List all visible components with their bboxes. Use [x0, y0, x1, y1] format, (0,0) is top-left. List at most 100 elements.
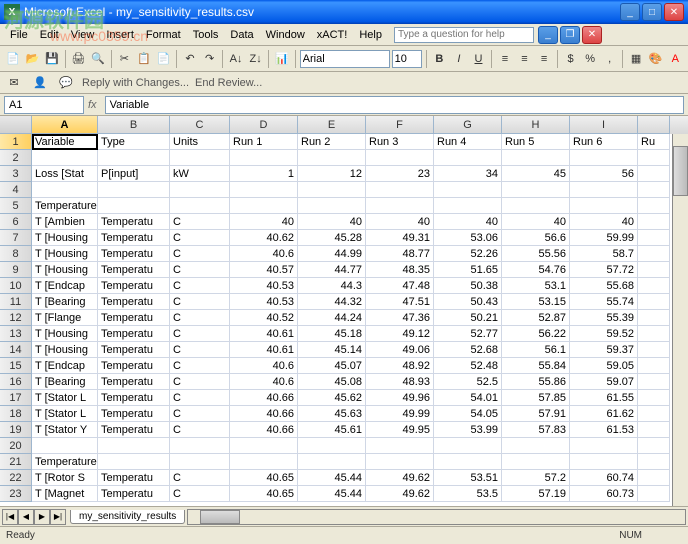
cell-B8[interactable]: Temperatu	[98, 246, 170, 262]
cell-C15[interactable]: C	[170, 358, 230, 374]
cell-D9[interactable]: 40.57	[230, 262, 298, 278]
sheet-tab[interactable]: my_sensitivity_results	[70, 510, 185, 524]
cell-I17[interactable]: 61.55	[570, 390, 638, 406]
review-icon-1[interactable]: ✉	[4, 73, 24, 93]
cell-E1[interactable]: Run 2	[298, 134, 366, 150]
cell-H22[interactable]: 57.2	[502, 470, 570, 486]
row-header-12[interactable]: 12	[0, 310, 32, 326]
cell-H7[interactable]: 56.6	[502, 230, 570, 246]
cell-13[interactable]	[638, 326, 670, 342]
cell-B12[interactable]: Temperatu	[98, 310, 170, 326]
cell-C12[interactable]: C	[170, 310, 230, 326]
cell-G2[interactable]	[434, 150, 502, 166]
cut-icon[interactable]: ✂	[116, 49, 134, 69]
cell-D12[interactable]: 40.52	[230, 310, 298, 326]
row-header-18[interactable]: 18	[0, 406, 32, 422]
cell-E3[interactable]: 12	[298, 166, 366, 182]
cell-H12[interactable]: 52.87	[502, 310, 570, 326]
cell-F3[interactable]: 23	[366, 166, 434, 182]
cell-A16[interactable]: T [Bearing	[32, 374, 98, 390]
cell-D3[interactable]: 1	[230, 166, 298, 182]
cell-D1[interactable]: Run 1	[230, 134, 298, 150]
cell-E14[interactable]: 45.14	[298, 342, 366, 358]
cell-H23[interactable]: 57.19	[502, 486, 570, 502]
cell-G7[interactable]: 53.06	[434, 230, 502, 246]
cell-D8[interactable]: 40.6	[230, 246, 298, 262]
name-box[interactable]: A1	[4, 96, 84, 114]
comma-icon[interactable]: ,	[601, 49, 619, 69]
cell-F19[interactable]: 49.95	[366, 422, 434, 438]
cell-B19[interactable]: Temperatu	[98, 422, 170, 438]
cell-D18[interactable]: 40.66	[230, 406, 298, 422]
cell-B1[interactable]: Type	[98, 134, 170, 150]
cell-4[interactable]	[638, 182, 670, 198]
cell-A5[interactable]: Temperature 1	[32, 198, 98, 214]
cell-F7[interactable]: 49.31	[366, 230, 434, 246]
cell-G19[interactable]: 53.99	[434, 422, 502, 438]
cell-G8[interactable]: 52.26	[434, 246, 502, 262]
cell-H15[interactable]: 55.84	[502, 358, 570, 374]
cell-E11[interactable]: 44.32	[298, 294, 366, 310]
cell-B16[interactable]: Temperatu	[98, 374, 170, 390]
cell-A10[interactable]: T [Endcap	[32, 278, 98, 294]
cell-H17[interactable]: 57.85	[502, 390, 570, 406]
cell-C6[interactable]: C	[170, 214, 230, 230]
review-icon-3[interactable]: 💬	[56, 73, 76, 93]
cell-E23[interactable]: 45.44	[298, 486, 366, 502]
cell-I4[interactable]	[570, 182, 638, 198]
cell-G3[interactable]: 34	[434, 166, 502, 182]
save-icon[interactable]: 💾	[43, 49, 61, 69]
row-header-7[interactable]: 7	[0, 230, 32, 246]
cell-H2[interactable]	[502, 150, 570, 166]
cell-I2[interactable]	[570, 150, 638, 166]
cell-E2[interactable]	[298, 150, 366, 166]
cell-I22[interactable]: 60.74	[570, 470, 638, 486]
currency-icon[interactable]: $	[562, 49, 580, 69]
cell-F23[interactable]: 49.62	[366, 486, 434, 502]
cell-16[interactable]	[638, 374, 670, 390]
cell-G16[interactable]: 52.5	[434, 374, 502, 390]
cell-C23[interactable]: C	[170, 486, 230, 502]
cell-H9[interactable]: 54.76	[502, 262, 570, 278]
cell-A21[interactable]: Temperature 2	[32, 454, 98, 470]
help-search-input[interactable]	[394, 27, 534, 43]
cell-D21[interactable]	[230, 454, 298, 470]
cell-G6[interactable]: 40	[434, 214, 502, 230]
cell-E20[interactable]	[298, 438, 366, 454]
cell-I11[interactable]: 55.74	[570, 294, 638, 310]
row-header-15[interactable]: 15	[0, 358, 32, 374]
cell-E5[interactable]	[298, 198, 366, 214]
cell-A14[interactable]: T [Housing	[32, 342, 98, 358]
cell-8[interactable]	[638, 246, 670, 262]
cell-19[interactable]	[638, 422, 670, 438]
row-header-2[interactable]: 2	[0, 150, 32, 166]
maximize-button[interactable]: □	[642, 3, 662, 21]
cell-E12[interactable]: 44.24	[298, 310, 366, 326]
cell-G23[interactable]: 53.5	[434, 486, 502, 502]
italic-icon[interactable]: I	[450, 49, 468, 69]
review-icon-2[interactable]: 👤	[30, 73, 50, 93]
cell-C10[interactable]: C	[170, 278, 230, 294]
chart-icon[interactable]: 📊	[273, 49, 291, 69]
row-header-14[interactable]: 14	[0, 342, 32, 358]
undo-icon[interactable]: ↶	[181, 49, 199, 69]
cell-A13[interactable]: T [Housing	[32, 326, 98, 342]
cell-A23[interactable]: T [Magnet	[32, 486, 98, 502]
font-name-select[interactable]	[300, 50, 390, 68]
cell-I1[interactable]: Run 6	[570, 134, 638, 150]
cell-A7[interactable]: T [Housing	[32, 230, 98, 246]
borders-icon[interactable]: ▦	[627, 49, 645, 69]
menu-xact[interactable]: xACT!	[311, 27, 354, 43]
cell-C4[interactable]	[170, 182, 230, 198]
doc-restore-button[interactable]: ❐	[560, 26, 580, 44]
cell-E15[interactable]: 45.07	[298, 358, 366, 374]
cell-F9[interactable]: 48.35	[366, 262, 434, 278]
preview-icon[interactable]: 🔍	[89, 49, 107, 69]
cell-B11[interactable]: Temperatu	[98, 294, 170, 310]
cell-I18[interactable]: 61.62	[570, 406, 638, 422]
cell-C20[interactable]	[170, 438, 230, 454]
cell-B17[interactable]: Temperatu	[98, 390, 170, 406]
row-header-19[interactable]: 19	[0, 422, 32, 438]
cell-A8[interactable]: T [Housing	[32, 246, 98, 262]
cell-B3[interactable]: P[input]	[98, 166, 170, 182]
